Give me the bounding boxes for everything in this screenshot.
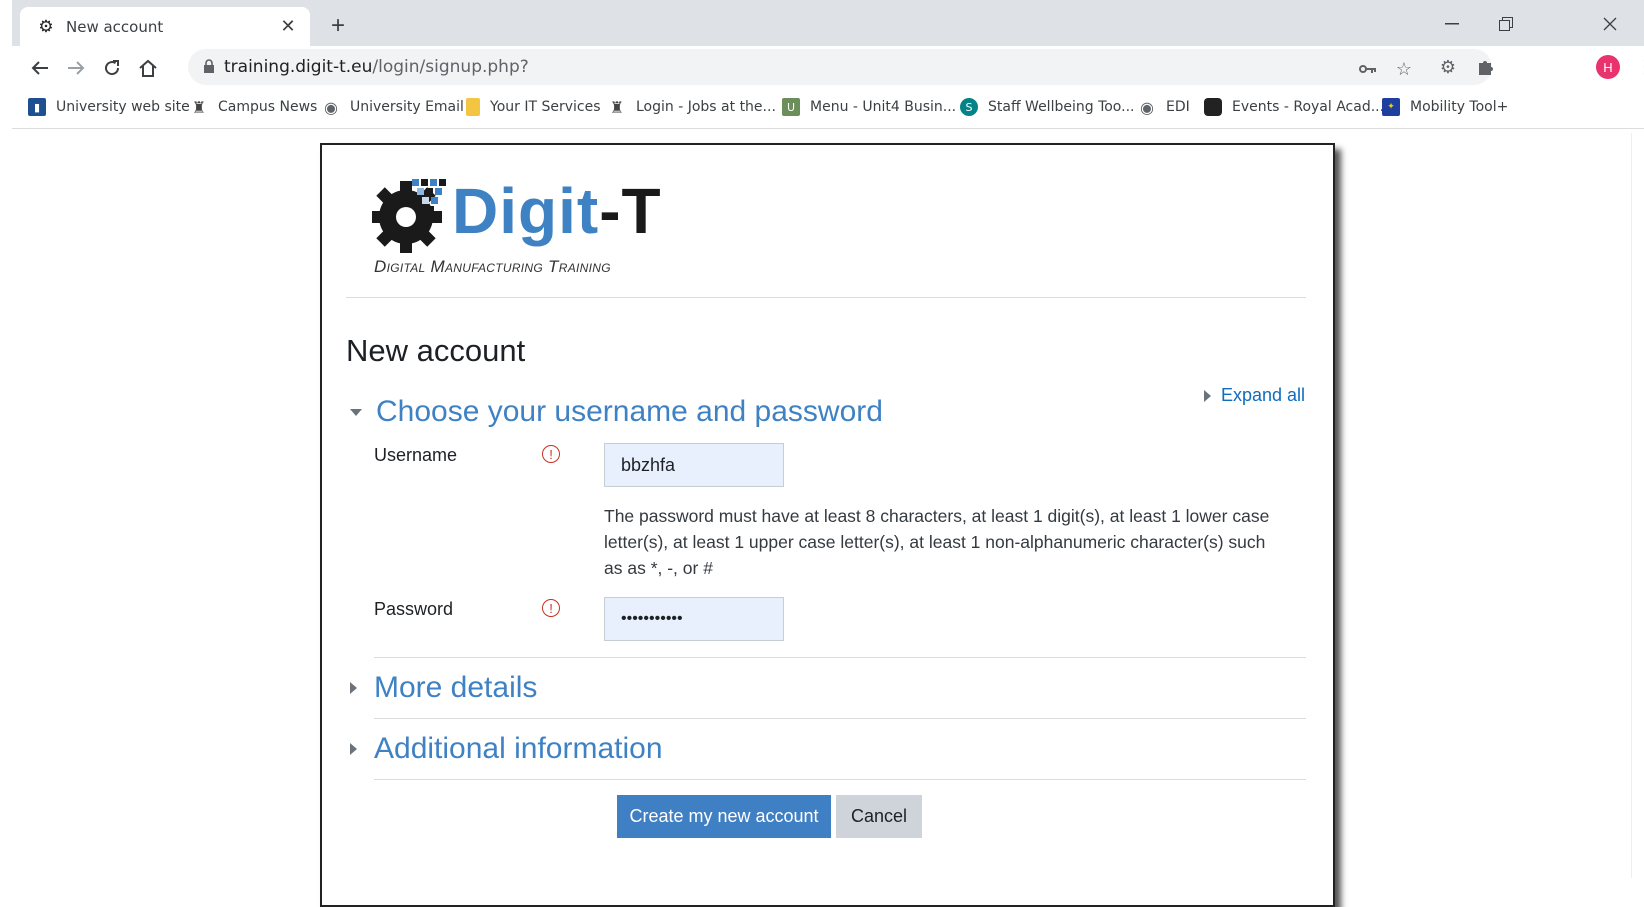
forward-arrow-icon[interactable] xyxy=(62,54,90,82)
unit4-icon: U xyxy=(782,98,800,116)
create-account-button[interactable]: Create my new account xyxy=(617,795,831,838)
logo-subtitle: Digital Manufacturing Training xyxy=(374,257,611,276)
expand-all-link[interactable]: Expand all xyxy=(1204,385,1305,406)
bookmark-label: Mobility Tool+ xyxy=(1410,99,1509,115)
university-icon: ▮ xyxy=(28,98,46,116)
divider xyxy=(374,779,1306,780)
star-icon[interactable]: ☆ xyxy=(1392,57,1416,81)
section-title: Additional information xyxy=(374,732,663,765)
password-label: Password xyxy=(374,599,454,619)
browser-chrome: ⚙ New account ✕ + training.digit-t.eu/lo… xyxy=(0,0,1644,133)
bookmark-login-jobs[interactable]: ♜ Login - Jobs at the... xyxy=(608,96,776,118)
username-label: Username xyxy=(374,445,458,465)
tab-new-account[interactable]: ⚙ New account ✕ xyxy=(20,7,310,46)
toolbar: training.digit-t.eu/login/signup.php? ☆ … xyxy=(12,46,1644,88)
bookmarks-bar: ▮ University web site ♜ Campus News ◉ Un… xyxy=(12,88,1644,129)
bookmark-label: Login - Jobs at the... xyxy=(636,99,776,115)
logo-wordmark: Digit-T xyxy=(452,175,662,247)
profile-avatar[interactable]: H xyxy=(1596,55,1620,79)
divider xyxy=(346,297,1306,298)
new-tab-button[interactable]: + xyxy=(324,12,352,40)
cancel-button[interactable]: Cancel xyxy=(836,795,922,838)
back-arrow-icon[interactable] xyxy=(26,54,54,82)
lock-icon xyxy=(204,59,214,73)
required-icon: ! xyxy=(542,599,560,617)
bookmark-label: Your IT Services xyxy=(490,99,601,115)
bookmark-unit4-menu[interactable]: U Menu - Unit4 Busin... xyxy=(782,96,956,118)
bookmark-label: Events - Royal Acad... xyxy=(1232,99,1385,115)
puzzle-icon[interactable] xyxy=(1473,55,1497,79)
bookmark-label: Staff Wellbeing Too... xyxy=(988,99,1135,115)
restore-icon[interactable] xyxy=(1486,10,1526,38)
section-header-additional-information[interactable]: Additional information xyxy=(350,732,663,766)
globe-icon: ◉ xyxy=(1140,97,1154,117)
menu-kebab-icon[interactable]: ⋮ xyxy=(1635,54,1644,78)
required-icon: ! xyxy=(542,445,560,463)
bookmark-label: EDI xyxy=(1166,99,1190,115)
gear-logo-icon xyxy=(372,179,446,253)
bookmark-label: University web site xyxy=(56,99,190,115)
sharepoint-icon: S xyxy=(960,98,978,116)
caret-right-icon xyxy=(350,743,357,755)
caret-down-icon xyxy=(350,408,362,416)
caret-right-icon xyxy=(350,682,357,694)
address-bar[interactable]: training.digit-t.eu/login/signup.php? ☆ xyxy=(188,49,1492,85)
rook-icon: ♜ xyxy=(191,97,207,117)
section-title: Choose your username and password xyxy=(376,395,883,428)
tab-title: New account xyxy=(66,17,164,36)
bookmark-university-web-site[interactable]: ▮ University web site xyxy=(28,96,190,118)
bookmark-label: University Email xyxy=(350,99,464,115)
section-header-more-details[interactable]: More details xyxy=(350,671,537,705)
signup-card: Digit-T Digital Manufacturing Training N… xyxy=(320,143,1335,907)
bookmark-staff-wellbeing[interactable]: S Staff Wellbeing Too... xyxy=(960,96,1134,118)
username-input[interactable]: bbzhfa xyxy=(604,443,784,487)
reload-icon[interactable] xyxy=(98,54,126,82)
window-left-edge xyxy=(0,0,12,878)
globe-icon: ◉ xyxy=(324,97,338,117)
rook-icon: ♜ xyxy=(609,97,625,117)
bookmark-campus-news[interactable]: ♜ Campus News xyxy=(190,96,318,118)
page-scrollbar[interactable] xyxy=(1631,133,1644,878)
key-icon[interactable] xyxy=(1356,57,1380,81)
home-icon[interactable] xyxy=(134,54,162,82)
section-title: More details xyxy=(374,671,538,704)
page-title: New account xyxy=(346,333,526,368)
section-header-credentials[interactable]: Choose your username and password xyxy=(350,395,883,429)
digit-t-logo: Digit-T Digital Manufacturing Training xyxy=(372,175,672,285)
gear-favicon-icon: ⚙ xyxy=(38,16,54,36)
minimize-icon[interactable] xyxy=(1432,10,1472,38)
bookmark-mobility-tool[interactable]: ✦ Mobility Tool+ xyxy=(1382,96,1508,118)
password-policy-text: The password must have at least 8 charac… xyxy=(604,506,1270,578)
tab-close-icon[interactable]: ✕ xyxy=(276,15,300,39)
extension-gear-icon[interactable]: ⚙ xyxy=(1436,55,1460,79)
bookmark-university-email[interactable]: ◉ University Email xyxy=(322,96,464,118)
divider xyxy=(374,718,1306,719)
bookmark-edi[interactable]: ◉ EDI xyxy=(1138,96,1190,118)
bookmark-royal-academy-events[interactable]: Events - Royal Acad... xyxy=(1204,96,1384,118)
caret-right-icon xyxy=(1204,389,1211,402)
bookmark-label: Menu - Unit4 Busin... xyxy=(810,99,957,115)
url-text[interactable]: training.digit-t.eu/login/signup.php? xyxy=(224,57,529,77)
bookmark-label: Campus News xyxy=(218,99,318,115)
close-window-icon[interactable] xyxy=(1590,10,1630,38)
password-input[interactable]: ••••••••••• xyxy=(604,597,784,641)
eu-flag-icon: ✦ xyxy=(1382,98,1400,116)
bookmark-your-it-services[interactable]: Your IT Services xyxy=(466,96,601,118)
tab-strip: ⚙ New account ✕ + xyxy=(0,0,1644,46)
expand-all-label: Expand all xyxy=(1221,385,1306,405)
folder-icon xyxy=(466,98,480,116)
divider xyxy=(374,657,1306,658)
royal-academy-icon xyxy=(1204,98,1222,116)
